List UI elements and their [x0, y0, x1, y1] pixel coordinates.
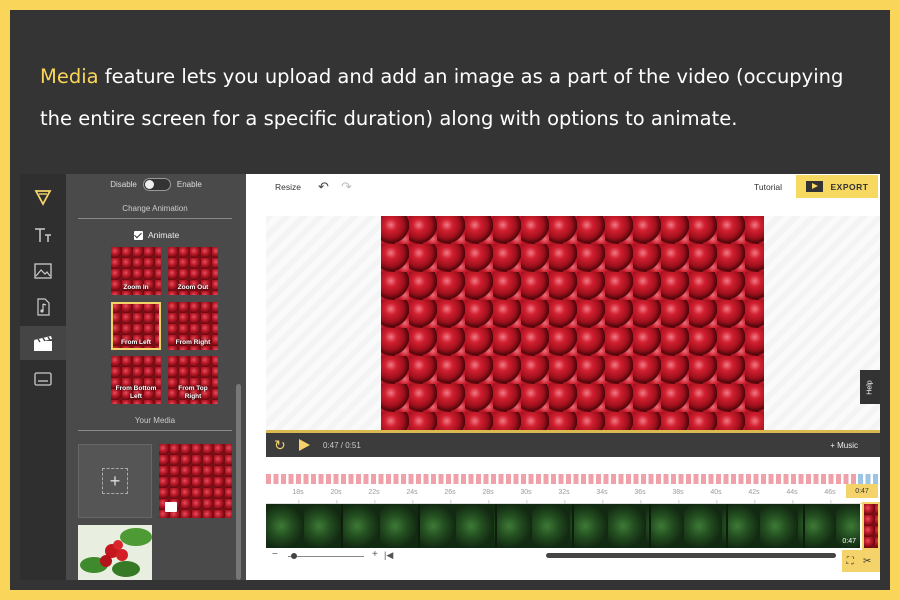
timeline-tick: 44s	[786, 489, 798, 504]
animation-tile-from-top-right[interactable]: From Top Right	[168, 356, 218, 404]
replay-icon[interactable]: ↻	[274, 437, 286, 454]
tile-label: From Right	[175, 339, 211, 346]
image-icon[interactable]	[20, 254, 66, 288]
timeline-tick: 22s	[368, 489, 380, 504]
clip-end-time: 0:47	[842, 538, 856, 545]
preview-stage	[266, 216, 880, 434]
animation-tile-zoom-in[interactable]: Zoom In	[111, 247, 161, 295]
subtitle-icon[interactable]	[20, 362, 66, 396]
timeline-tick: 28s	[482, 489, 494, 504]
animate-checkbox[interactable]	[134, 230, 143, 240]
upload-media-button[interactable]: +	[78, 444, 152, 518]
animation-tile-from-bottom-left[interactable]: From Bottom Left	[111, 356, 161, 404]
audio-track-stripes	[266, 474, 878, 484]
tile-label: Zoom In	[123, 284, 149, 291]
cut-icon[interactable]: ✂	[863, 556, 871, 567]
media-thumbnail-berries-branch[interactable]	[78, 525, 152, 580]
zoom-out-button[interactable]: −	[272, 549, 278, 560]
animate-checkbox-row[interactable]: Animate	[134, 230, 179, 240]
audio-track-end	[858, 474, 878, 484]
fullscreen-icon[interactable]: ⛶	[847, 556, 854, 567]
help-label: Help	[866, 379, 874, 395]
video-preview-cranberries[interactable]	[381, 216, 764, 432]
music-icon[interactable]	[20, 290, 66, 324]
timeline-tick: 24s	[406, 489, 418, 504]
timeline-tick: 20s	[330, 489, 342, 504]
timeline-tick: 26s	[444, 489, 456, 504]
timeline-tick: 46s	[824, 489, 836, 504]
enable-toggle-row: Disable Enable	[66, 176, 246, 192]
timeline-tick: 36s	[634, 489, 646, 504]
tile-label: From Bottom Left	[115, 385, 157, 400]
timeline-tick: 32s	[558, 489, 570, 504]
timeline-tick: 38s	[672, 489, 684, 504]
switch-knob	[144, 179, 154, 189]
timeline-zoom-controls: − + |◀	[266, 549, 880, 564]
video-filmstrip[interactable]: 0:47	[266, 504, 860, 548]
playback-time: 0:47 / 0:51	[323, 441, 361, 450]
add-music-button[interactable]: + Music	[830, 441, 858, 450]
timeline-tick: 18s	[292, 489, 304, 504]
media-icon[interactable]	[20, 326, 66, 360]
toggle-off-label: Disable	[110, 179, 137, 189]
editor-app: Disable Enable Change Animation Animate …	[20, 174, 880, 580]
enable-switch[interactable]	[142, 177, 171, 191]
image-type-icon	[165, 502, 177, 512]
zoom-slider[interactable]	[288, 556, 364, 557]
resize-button[interactable]: Resize	[275, 182, 301, 192]
caption-highlight: Media	[40, 65, 99, 88]
caption: Media feature lets you upload and add an…	[40, 56, 870, 140]
top-toolbar: Resize ↶ ↷ Tutorial EXPORT	[246, 174, 880, 200]
animation-tile-from-left[interactable]: From Left	[111, 302, 161, 350]
undo-icon[interactable]: ↶	[318, 179, 329, 195]
redo-icon[interactable]: ↷	[341, 179, 352, 195]
tile-label: From Left	[121, 339, 151, 346]
playhead-marker[interactable]: 0:47	[846, 484, 878, 498]
timeline-tick: 30s	[520, 489, 532, 504]
editor-area: Resize ↶ ↷ Tutorial EXPORT ↻ 0:47 / 0:51…	[246, 174, 880, 580]
timeline-tick: 34s	[596, 489, 608, 504]
export-label: EXPORT	[830, 181, 869, 192]
your-media-title: Your Media	[78, 416, 232, 431]
export-button[interactable]: EXPORT	[796, 175, 878, 198]
text-icon[interactable]	[20, 218, 66, 252]
video-play-icon	[805, 181, 823, 192]
play-icon[interactable]	[299, 439, 310, 451]
timeline-tick: 40s	[710, 489, 722, 504]
caption-text: feature lets you upload and add an image…	[40, 65, 844, 130]
media-thumbnail-cranberries[interactable]	[159, 444, 232, 518]
animation-tile-from-right[interactable]: From Right	[168, 302, 218, 350]
zoom-slider-knob[interactable]	[291, 553, 297, 559]
panel-scrollbar[interactable]	[236, 384, 241, 580]
jump-start-icon[interactable]: |◀	[384, 550, 393, 561]
toggle-on-label: Enable	[176, 179, 202, 189]
tile-label: From Top Right	[178, 385, 208, 400]
selected-media-clip[interactable]	[862, 502, 880, 550]
change-animation-title: Change Animation	[78, 204, 232, 219]
logo-icon[interactable]	[20, 180, 66, 214]
tile-label: Zoom Out	[177, 284, 209, 291]
tutorial-link[interactable]: Tutorial	[754, 182, 782, 192]
clip-tools: ⛶ ✂ 🗑	[842, 550, 880, 572]
help-tab[interactable]: Help	[860, 370, 880, 404]
plus-icon: +	[102, 468, 128, 494]
timeline-tick: 42s	[748, 489, 760, 504]
animate-label: Animate	[148, 230, 180, 240]
media-panel: Disable Enable Change Animation Animate …	[66, 174, 246, 580]
tool-rail	[20, 174, 66, 580]
zoom-in-button[interactable]: +	[372, 549, 378, 560]
timeline-ruler: 18s 20s 22s 24s 26s 28s 30s 32s 34s 36s …	[266, 484, 878, 504]
player-controls: ↻ 0:47 / 0:51 + Music	[266, 433, 880, 457]
animation-tile-zoom-out[interactable]: Zoom Out	[168, 247, 218, 295]
timeline-scrollbar[interactable]	[546, 553, 836, 558]
slide-frame: Media feature lets you upload and add an…	[10, 10, 890, 590]
